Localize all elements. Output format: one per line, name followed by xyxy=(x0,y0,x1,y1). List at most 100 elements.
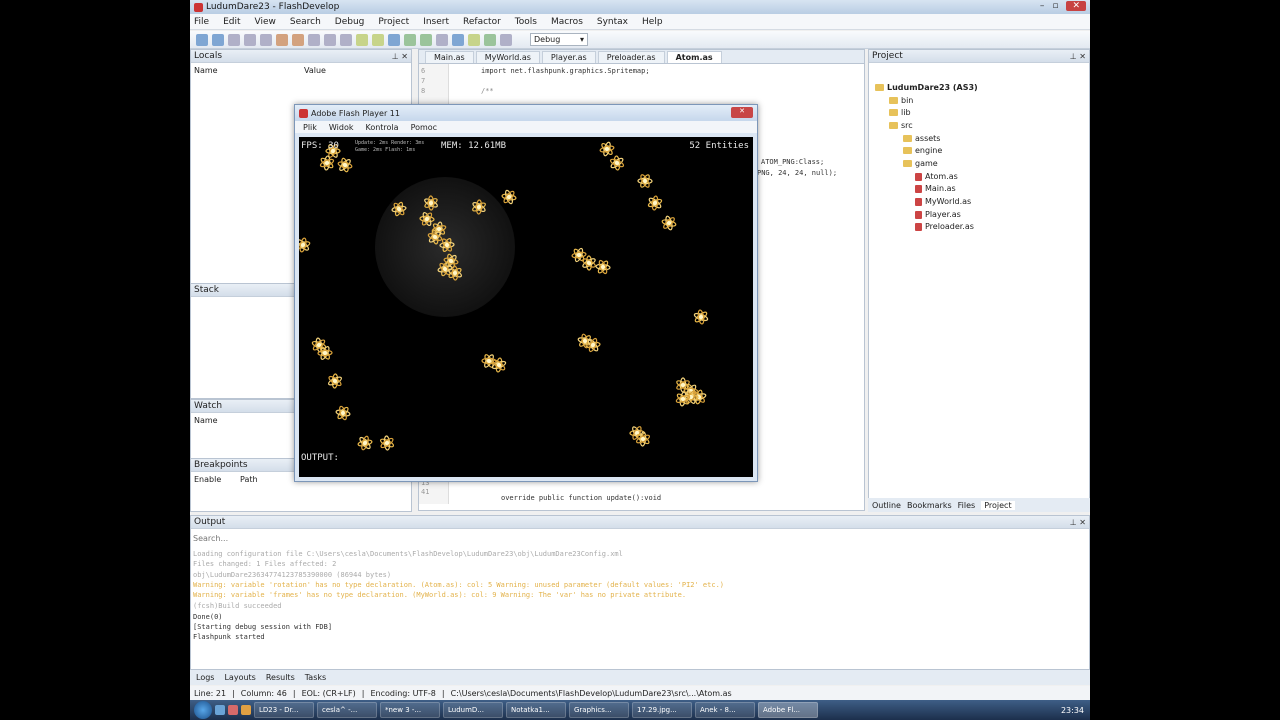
output-line: Files changed: 1 Files affected: 2 xyxy=(193,560,337,568)
tree-item-lib[interactable]: lib xyxy=(889,108,911,117)
project-settings-icon[interactable] xyxy=(436,33,448,46)
undo-icon[interactable] xyxy=(276,33,288,46)
paste-icon[interactable] xyxy=(340,33,352,46)
taskbar-item[interactable]: LD23 - Dr... xyxy=(254,702,314,718)
print-icon[interactable] xyxy=(260,33,272,46)
bookmark-icon[interactable] xyxy=(356,33,368,46)
replace-icon[interactable] xyxy=(388,33,400,46)
quicklaunch-icon[interactable] xyxy=(241,705,251,715)
window-title: LudumDare23 - FlashDevelop xyxy=(206,2,340,12)
code-line-spritemap: PNG, 24, 24, null); xyxy=(757,169,838,177)
folder-icon xyxy=(889,109,898,116)
minimize-button[interactable]: – xyxy=(1040,1,1045,11)
taskbar-item[interactable]: Anek - 8... xyxy=(695,702,755,718)
menu-tools[interactable]: Tools xyxy=(515,17,537,27)
tab-myworld[interactable]: MyWorld.as xyxy=(475,51,540,63)
menu-macros[interactable]: Macros xyxy=(551,17,583,27)
cut-icon[interactable] xyxy=(308,33,320,46)
tree-item-engine[interactable]: engine xyxy=(903,146,942,155)
menu-file[interactable]: File xyxy=(194,17,209,27)
flash-menu-view[interactable]: Widok xyxy=(329,123,354,132)
menu-debug[interactable]: Debug xyxy=(335,17,365,27)
close-button[interactable]: ✕ xyxy=(1066,1,1086,11)
tree-item-myworld[interactable]: MyWorld.as xyxy=(915,197,971,206)
tab-atom[interactable]: Atom.as xyxy=(666,51,722,63)
tree-item-atom[interactable]: Atom.as xyxy=(915,172,958,181)
tab-player[interactable]: Player.as xyxy=(541,51,596,63)
taskbar-item[interactable]: LudumD... xyxy=(443,702,503,718)
menu-refactor[interactable]: Refactor xyxy=(463,17,501,27)
tab-tasks[interactable]: Tasks xyxy=(305,673,326,682)
tree-root[interactable]: LudumDare23 (AS3) xyxy=(875,83,978,92)
menu-syntax[interactable]: Syntax xyxy=(597,17,628,27)
tab-bookmarks[interactable]: Bookmarks xyxy=(907,501,952,510)
output-bottom-tabs: Logs Layouts Results Tasks xyxy=(190,670,1090,685)
quicklaunch-icon[interactable] xyxy=(228,705,238,715)
check-syntax-icon[interactable] xyxy=(468,33,480,46)
menu-edit[interactable]: Edit xyxy=(223,17,240,27)
flash-menu-file[interactable]: Plik xyxy=(303,123,317,132)
tree-item-src[interactable]: src xyxy=(889,121,913,130)
quicklaunch-icon[interactable] xyxy=(215,705,225,715)
pin-close-icon[interactable]: ⊥ ✕ xyxy=(1070,518,1086,527)
tab-results[interactable]: Results xyxy=(266,673,295,682)
tree-item-bin[interactable]: bin xyxy=(889,96,913,105)
main-toolbar: Debug ▾ xyxy=(190,31,1090,49)
taskbar-item[interactable]: Graphics... xyxy=(569,702,629,718)
as-file-icon xyxy=(915,222,922,231)
tree-item-game[interactable]: game xyxy=(903,159,938,168)
taskbar-item[interactable]: *new 3 -... xyxy=(380,702,440,718)
pin-close-icon[interactable]: ⊥ ✕ xyxy=(392,52,408,61)
tab-main[interactable]: Main.as xyxy=(425,51,474,63)
copy-icon[interactable] xyxy=(324,33,336,46)
tab-preloader[interactable]: Preloader.as xyxy=(597,51,665,63)
menu-search[interactable]: Search xyxy=(290,17,321,27)
flash-menu-help[interactable]: Pomoc xyxy=(411,123,438,132)
breakpoints-col-enable: Enable xyxy=(194,475,222,484)
maximize-button[interactable]: ▫ xyxy=(1052,1,1058,11)
start-button[interactable] xyxy=(194,701,212,719)
tab-layouts[interactable]: Layouts xyxy=(224,673,255,682)
build-config-select[interactable]: Debug ▾ xyxy=(530,33,588,46)
flash-close-button[interactable]: ✕ xyxy=(731,107,753,118)
atom-sprite xyxy=(376,432,398,454)
debug-stop-icon[interactable] xyxy=(500,33,512,46)
tab-outline[interactable]: Outline xyxy=(872,501,901,510)
open-file-icon[interactable] xyxy=(212,33,224,46)
status-eol: EOL: (CR+LF) xyxy=(301,688,356,698)
flash-player-window[interactable]: Adobe Flash Player 11 ✕ Plik Widok Kontr… xyxy=(294,104,758,482)
new-file-icon[interactable] xyxy=(196,33,208,46)
tab-project[interactable]: Project xyxy=(981,500,1015,510)
save-all-icon[interactable] xyxy=(244,33,256,46)
tree-item-preloader[interactable]: Preloader.as xyxy=(915,222,974,231)
window-titlebar[interactable]: LudumDare23 - FlashDevelop – ▫ ✕ xyxy=(190,0,1090,14)
redo-icon[interactable] xyxy=(292,33,304,46)
menu-insert[interactable]: Insert xyxy=(423,17,449,27)
properties-icon[interactable] xyxy=(452,33,464,46)
tree-item-assets[interactable]: assets xyxy=(903,134,940,143)
flash-menu-control[interactable]: Kontrola xyxy=(365,123,398,132)
output-search-input[interactable] xyxy=(193,532,1083,544)
atom-sprites xyxy=(299,138,712,454)
find-icon[interactable] xyxy=(372,33,384,46)
menu-project[interactable]: Project xyxy=(378,17,409,27)
save-icon[interactable] xyxy=(228,33,240,46)
project-icon xyxy=(875,84,884,91)
editor-tabs: Main.as MyWorld.as Player.as Preloader.a… xyxy=(419,50,864,64)
build-icon[interactable] xyxy=(404,33,416,46)
tab-logs[interactable]: Logs xyxy=(196,673,214,682)
menu-view[interactable]: View xyxy=(255,17,276,27)
pin-close-icon[interactable]: ⊥ ✕ xyxy=(1070,52,1086,61)
tree-item-main[interactable]: Main.as xyxy=(915,184,956,193)
flash-titlebar[interactable]: Adobe Flash Player 11 ✕ xyxy=(295,105,757,121)
tree-item-player[interactable]: Player.as xyxy=(915,210,961,219)
taskbar-item[interactable]: cesla^ -... xyxy=(317,702,377,718)
compile-icon[interactable] xyxy=(484,33,496,46)
menu-help[interactable]: Help xyxy=(642,17,663,27)
game-canvas[interactable]: FPS: 30 Update: 2ms Render: 3ms Game: 2m… xyxy=(299,137,753,477)
taskbar-item[interactable]: Adobe Fl... xyxy=(758,702,818,718)
test-movie-icon[interactable] xyxy=(420,33,432,46)
taskbar-item[interactable]: Notatka1... xyxy=(506,702,566,718)
tab-files[interactable]: Files xyxy=(958,501,976,510)
taskbar-item[interactable]: 17.29.jpg... xyxy=(632,702,692,718)
